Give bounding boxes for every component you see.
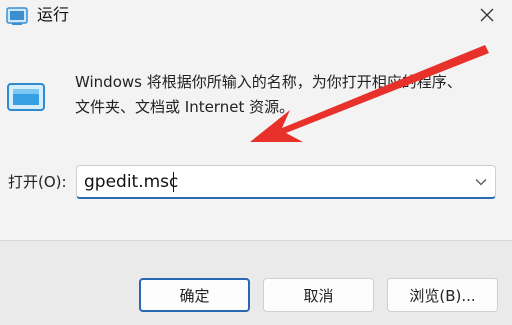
text-caret xyxy=(173,172,174,192)
run-app-icon xyxy=(6,5,28,27)
open-label: 打开(O): xyxy=(8,173,67,191)
close-icon xyxy=(480,8,494,22)
ok-button[interactable]: 确定 xyxy=(139,278,250,312)
chevron-down-icon xyxy=(475,179,487,186)
run-large-icon xyxy=(6,82,50,114)
description-line-1: Windows 将根据你所输入的名称，为你打开相应的程序、 xyxy=(75,73,462,91)
open-combobox[interactable]: gpedit.msc xyxy=(76,165,496,199)
cancel-button[interactable]: 取消 xyxy=(263,278,374,312)
browse-button[interactable]: 浏览(B)... xyxy=(387,278,498,312)
window-title: 运行 xyxy=(37,5,70,24)
title-bar: 运行 xyxy=(0,0,512,34)
dialog-description: Windows 将根据你所输入的名称，为你打开相应的程序、 文件夹、文档或 In… xyxy=(75,70,495,120)
close-button[interactable] xyxy=(470,0,504,30)
dropdown-button[interactable] xyxy=(472,173,490,191)
description-line-2: 文件夹、文档或 Internet 资源。 xyxy=(75,98,295,116)
open-input[interactable]: gpedit.msc xyxy=(84,171,178,193)
